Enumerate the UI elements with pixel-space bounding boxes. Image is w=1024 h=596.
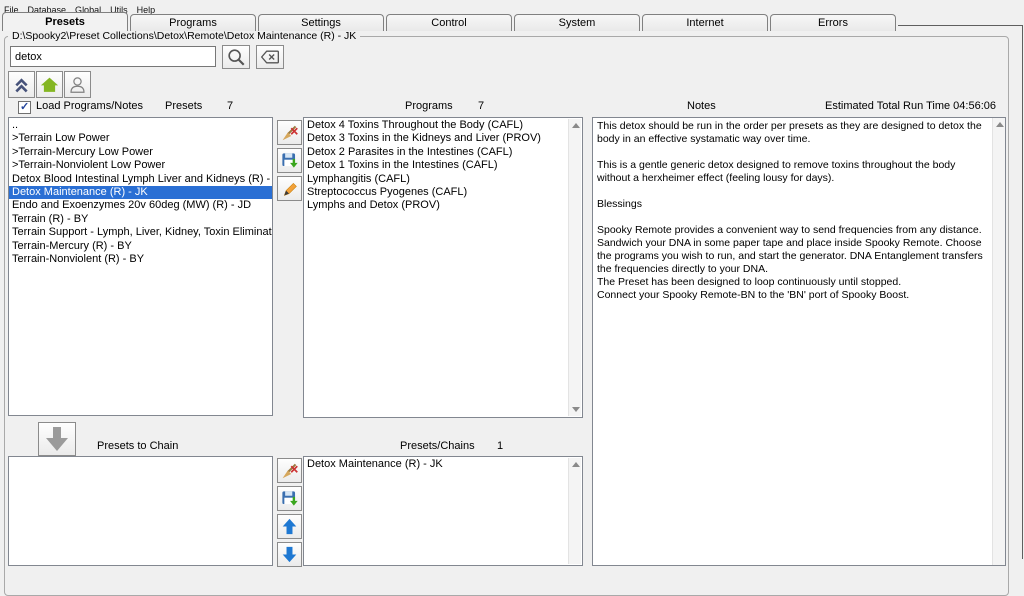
search-input[interactable] [10, 46, 216, 67]
presets-to-chain-label: Presets to Chain [97, 440, 178, 452]
double-chevron-up-icon [12, 75, 31, 94]
home-icon [40, 75, 59, 94]
preset-list-item[interactable]: >Terrain-Mercury Low Power [9, 146, 272, 159]
load-programs-notes-checkbox[interactable] [18, 101, 31, 114]
clear-search-button[interactable] [256, 45, 284, 69]
scroll-up-arrow[interactable] [569, 458, 582, 471]
blue-arrow-up-icon [281, 517, 298, 536]
blue-arrow-down-icon [281, 545, 298, 564]
program-list-item[interactable]: Detox 4 Toxins Throughout the Body (CAFL… [304, 119, 582, 132]
preset-list-item[interactable]: Terrain (R) - BY [9, 213, 272, 226]
wipe-preset-button[interactable] [277, 120, 302, 145]
load-programs-notes-label: Load Programs/Notes [36, 100, 143, 112]
scroll-up-arrow[interactable] [569, 119, 582, 132]
preset-list-item[interactable]: Terrain-Nonviolent (R) - BY [9, 253, 272, 266]
notes-header-label: Notes [687, 100, 716, 112]
program-list-item[interactable]: Detox 3 Toxins in the Kidneys and Liver … [304, 132, 582, 145]
preset-list-item[interactable]: Terrain Support - Lymph, Liver, Kidney, … [9, 226, 272, 239]
wipe-chain-button[interactable] [277, 458, 302, 483]
notes-text[interactable]: This detox should be run in the order pe… [592, 117, 1006, 566]
chains-scrollbar[interactable] [568, 458, 581, 564]
programs-header-label: Programs [405, 100, 453, 112]
scroll-down-arrow[interactable] [569, 403, 582, 416]
tab[interactable]: Errors [770, 14, 896, 31]
save-chain-button[interactable] [277, 486, 302, 511]
tab[interactable]: Control [386, 14, 512, 31]
person-icon [68, 75, 87, 94]
profile-button[interactable] [64, 71, 91, 98]
magnifier-icon [226, 47, 246, 67]
collapse-tree-button[interactable] [8, 71, 35, 98]
preset-list-item[interactable]: Detox Blood Intestinal Lymph Liver and K… [9, 173, 272, 186]
tab[interactable]: Programs [130, 14, 256, 31]
preset-list-item[interactable]: Detox Maintenance (R) - JK [9, 186, 272, 199]
notes-scrollbar[interactable] [992, 118, 1005, 565]
program-list-item[interactable]: Detox 2 Parasites in the Intestines (CAF… [304, 146, 582, 159]
program-list-item[interactable]: Lymphangitis (CAFL) [304, 173, 582, 186]
tab-strip: PresetsProgramsSettingsControlSystemInte… [2, 12, 898, 31]
program-list-item[interactable]: Lymphs and Detox (PROV) [304, 199, 582, 212]
broom-icon [280, 461, 299, 480]
presets-chains-list[interactable]: Detox Maintenance (R) - JK [303, 456, 583, 566]
scroll-up-arrow[interactable] [993, 118, 1006, 131]
search-button[interactable] [222, 45, 250, 69]
preset-list-item[interactable]: Endo and Exoenzymes 20v 60deg (MW) (R) -… [9, 199, 272, 212]
spooky2-window: { "menu": { "items": ["File", "Database"… [0, 0, 1024, 559]
broom-icon [280, 123, 299, 142]
presets-chains-count: 1 [497, 440, 503, 452]
tab[interactable]: System [514, 14, 640, 31]
preset-list-item[interactable]: >Terrain Low Power [9, 132, 272, 145]
move-up-button[interactable] [277, 514, 302, 539]
presets-count: 7 [227, 100, 233, 112]
save-preset-button[interactable] [277, 148, 302, 173]
tab[interactable]: Internet [642, 14, 768, 31]
add-to-chain-button[interactable] [38, 422, 76, 456]
tab-page-right-border [1022, 25, 1023, 559]
program-list-item[interactable]: Streptococcus Pyogenes (CAFL) [304, 186, 582, 199]
preset-list-item[interactable]: Terrain-Mercury (R) - BY [9, 240, 272, 253]
big-gray-down-arrow-icon [42, 425, 72, 453]
programs-scrollbar[interactable] [568, 119, 581, 416]
floppy-save-icon [280, 151, 299, 170]
presets-list[interactable]: ..>Terrain Low Power>Terrain-Mercury Low… [8, 117, 273, 416]
presets-chains-label: Presets/Chains [400, 440, 475, 452]
home-button[interactable] [36, 71, 63, 98]
program-list-item[interactable]: Detox 1 Toxins in the Intestines (CAFL) [304, 159, 582, 172]
programs-count: 7 [478, 100, 484, 112]
backspace-icon [260, 49, 280, 65]
tab[interactable]: Presets [2, 12, 128, 31]
tab[interactable]: Settings [258, 14, 384, 31]
floppy-save-icon [280, 489, 299, 508]
programs-list[interactable]: Detox 4 Toxins Throughout the Body (CAFL… [303, 117, 583, 418]
estimated-run-time: Estimated Total Run Time 04:56:06 [780, 100, 996, 112]
tab-page-top-border [898, 25, 1023, 26]
presets-header-label: Presets [165, 100, 202, 112]
edit-preset-button[interactable] [277, 176, 302, 201]
move-down-button[interactable] [277, 542, 302, 567]
preset-list-item[interactable]: .. [9, 119, 272, 132]
pencil-icon [280, 179, 299, 198]
chains-list-item[interactable]: Detox Maintenance (R) - JK [304, 458, 582, 471]
preset-list-item[interactable]: >Terrain-Nonviolent Low Power [9, 159, 272, 172]
presets-to-chain-list[interactable] [8, 456, 273, 566]
